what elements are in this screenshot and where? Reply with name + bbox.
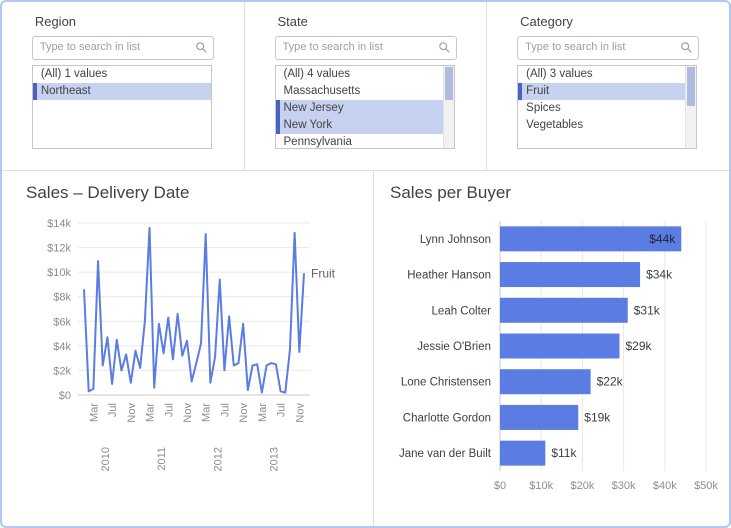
bar[interactable] bbox=[500, 298, 628, 323]
x-tick-label: Nov bbox=[294, 403, 306, 423]
list-item[interactable]: New Jersey bbox=[276, 100, 454, 117]
filter-panel-state: State (All) 4 valuesMassachusettsNew Jer… bbox=[245, 2, 488, 170]
list-item[interactable]: (All) 3 values bbox=[518, 66, 696, 83]
region-search-box bbox=[32, 36, 214, 60]
bar[interactable] bbox=[500, 334, 619, 359]
x-tick-label: Nov bbox=[238, 403, 250, 423]
bar[interactable] bbox=[500, 369, 591, 394]
x-tick-label: $50k bbox=[694, 480, 718, 492]
x-tick-label: $30k bbox=[612, 480, 636, 492]
value-label: $11k bbox=[551, 446, 577, 460]
y-tick-label: $4k bbox=[53, 341, 71, 353]
state-search-box bbox=[275, 36, 457, 60]
x-tick-label: $0 bbox=[494, 480, 506, 492]
category-label: Heather Hanson bbox=[407, 270, 491, 282]
year-tick-label: 2012 bbox=[212, 447, 224, 471]
x-tick-label: $10k bbox=[529, 480, 553, 492]
charts-row: Sales – Delivery Date $0 $2k $4k $6k $8k $10k… bbox=[2, 171, 729, 526]
list-item[interactable]: Vegetables bbox=[518, 117, 696, 134]
list-item[interactable]: Fruit bbox=[518, 83, 696, 100]
category-label: Lynn Johnson bbox=[420, 234, 491, 246]
y-tick-label: $12k bbox=[47, 243, 71, 255]
x-tick-label: Jul bbox=[107, 403, 119, 417]
y-tick-label: $2k bbox=[53, 365, 71, 377]
list-item[interactable]: Spices bbox=[518, 100, 696, 117]
list-item[interactable]: New York bbox=[276, 117, 454, 134]
category-label: Jane van der Built bbox=[399, 448, 492, 460]
x-tick-label: Mar bbox=[145, 403, 157, 422]
state-search-input[interactable] bbox=[276, 37, 435, 57]
filter-title-state: State bbox=[278, 14, 457, 29]
sales-delivery-date-chart[interactable]: $0 $2k $4k $6k $8k $10k $12k $14k Mar Jul Nov Mar Ju… bbox=[26, 209, 370, 499]
year-tick-label: 2013 bbox=[269, 447, 281, 471]
list-scrollbar[interactable] bbox=[685, 66, 696, 148]
y-tick-label: $10k bbox=[47, 267, 71, 279]
bar[interactable] bbox=[500, 405, 578, 430]
value-label: $34k bbox=[646, 268, 673, 282]
scrollbar-thumb[interactable] bbox=[687, 67, 695, 106]
y-tick-label: $0 bbox=[59, 390, 71, 402]
x-tick-label: Nov bbox=[182, 403, 194, 423]
bar[interactable] bbox=[500, 262, 640, 287]
value-label: $44k bbox=[649, 232, 676, 246]
category-search-input[interactable] bbox=[518, 37, 677, 57]
search-icon bbox=[195, 41, 208, 54]
value-label: $29k bbox=[625, 339, 652, 353]
region-list: (All) 1 valuesNortheast bbox=[32, 65, 212, 149]
bar-chart-panel: Sales per Buyer $0 $10k $20k $30k $40k $50k Ly… bbox=[374, 171, 729, 526]
search-icon bbox=[680, 41, 693, 54]
value-label: $31k bbox=[634, 303, 661, 317]
x-tick-label: Jul bbox=[219, 403, 231, 417]
series-label: Fruit bbox=[311, 266, 336, 280]
category-list: (All) 3 valuesFruitSpicesVegetables bbox=[517, 65, 697, 149]
search-icon bbox=[438, 41, 451, 54]
list-item[interactable]: (All) 4 values bbox=[276, 66, 454, 83]
list-item[interactable]: Northeast bbox=[33, 83, 211, 100]
year-tick-label: 2010 bbox=[100, 447, 112, 471]
list-item[interactable]: (All) 1 values bbox=[33, 66, 211, 83]
y-tick-label: $14k bbox=[47, 218, 71, 230]
state-list: (All) 4 valuesMassachusettsNew JerseyNew… bbox=[275, 65, 455, 149]
list-item[interactable]: Pennsylvania bbox=[276, 134, 454, 149]
filter-panel-region: Region (All) 1 valuesNortheast bbox=[2, 2, 245, 170]
list-scrollbar[interactable] bbox=[443, 66, 454, 148]
x-tick-label: Nov bbox=[126, 403, 138, 423]
list-item[interactable]: Massachusetts bbox=[276, 83, 454, 100]
x-tick-label: Mar bbox=[201, 403, 213, 422]
category-label: Lone Christensen bbox=[401, 377, 491, 389]
sales-line[interactable] bbox=[84, 228, 304, 393]
value-label: $19k bbox=[584, 410, 611, 424]
x-tick-label: Jul bbox=[163, 403, 175, 417]
sales-per-buyer-chart[interactable]: $0 $10k $20k $30k $40k $50k Lynn Johnson $44k He… bbox=[390, 209, 724, 507]
y-tick-label: $8k bbox=[53, 292, 71, 304]
category-label: Charlotte Gordon bbox=[403, 412, 491, 424]
category-label: Jessie O'Brien bbox=[417, 341, 491, 353]
category-label: Leah Colter bbox=[432, 305, 492, 317]
filter-title-category: Category bbox=[520, 14, 699, 29]
x-tick-label: $40k bbox=[653, 480, 677, 492]
dashboard: Region (All) 1 valuesNortheast State bbox=[0, 0, 731, 528]
value-label: $22k bbox=[597, 375, 624, 389]
bar-chart-title: Sales per Buyer bbox=[390, 183, 729, 203]
line-chart-panel: Sales – Delivery Date $0 $2k $4k $6k $8k $10k… bbox=[2, 171, 374, 526]
filters-row: Region (All) 1 valuesNortheast State bbox=[2, 2, 729, 171]
category-search-box bbox=[517, 36, 699, 60]
x-tick-label: $20k bbox=[570, 480, 594, 492]
region-search-input[interactable] bbox=[33, 37, 192, 57]
scrollbar-thumb[interactable] bbox=[445, 67, 453, 100]
filter-panel-category: Category (All) 3 valuesFruitSpicesVegeta… bbox=[487, 2, 729, 170]
filter-title-region: Region bbox=[35, 14, 214, 29]
bar[interactable] bbox=[500, 441, 545, 466]
y-tick-label: $6k bbox=[53, 316, 71, 328]
x-tick-label: Jul bbox=[276, 403, 288, 417]
year-tick-label: 2011 bbox=[156, 447, 168, 471]
x-tick-label: Mar bbox=[88, 403, 100, 422]
x-tick-label: Mar bbox=[257, 403, 269, 422]
line-chart-title: Sales – Delivery Date bbox=[26, 183, 373, 203]
